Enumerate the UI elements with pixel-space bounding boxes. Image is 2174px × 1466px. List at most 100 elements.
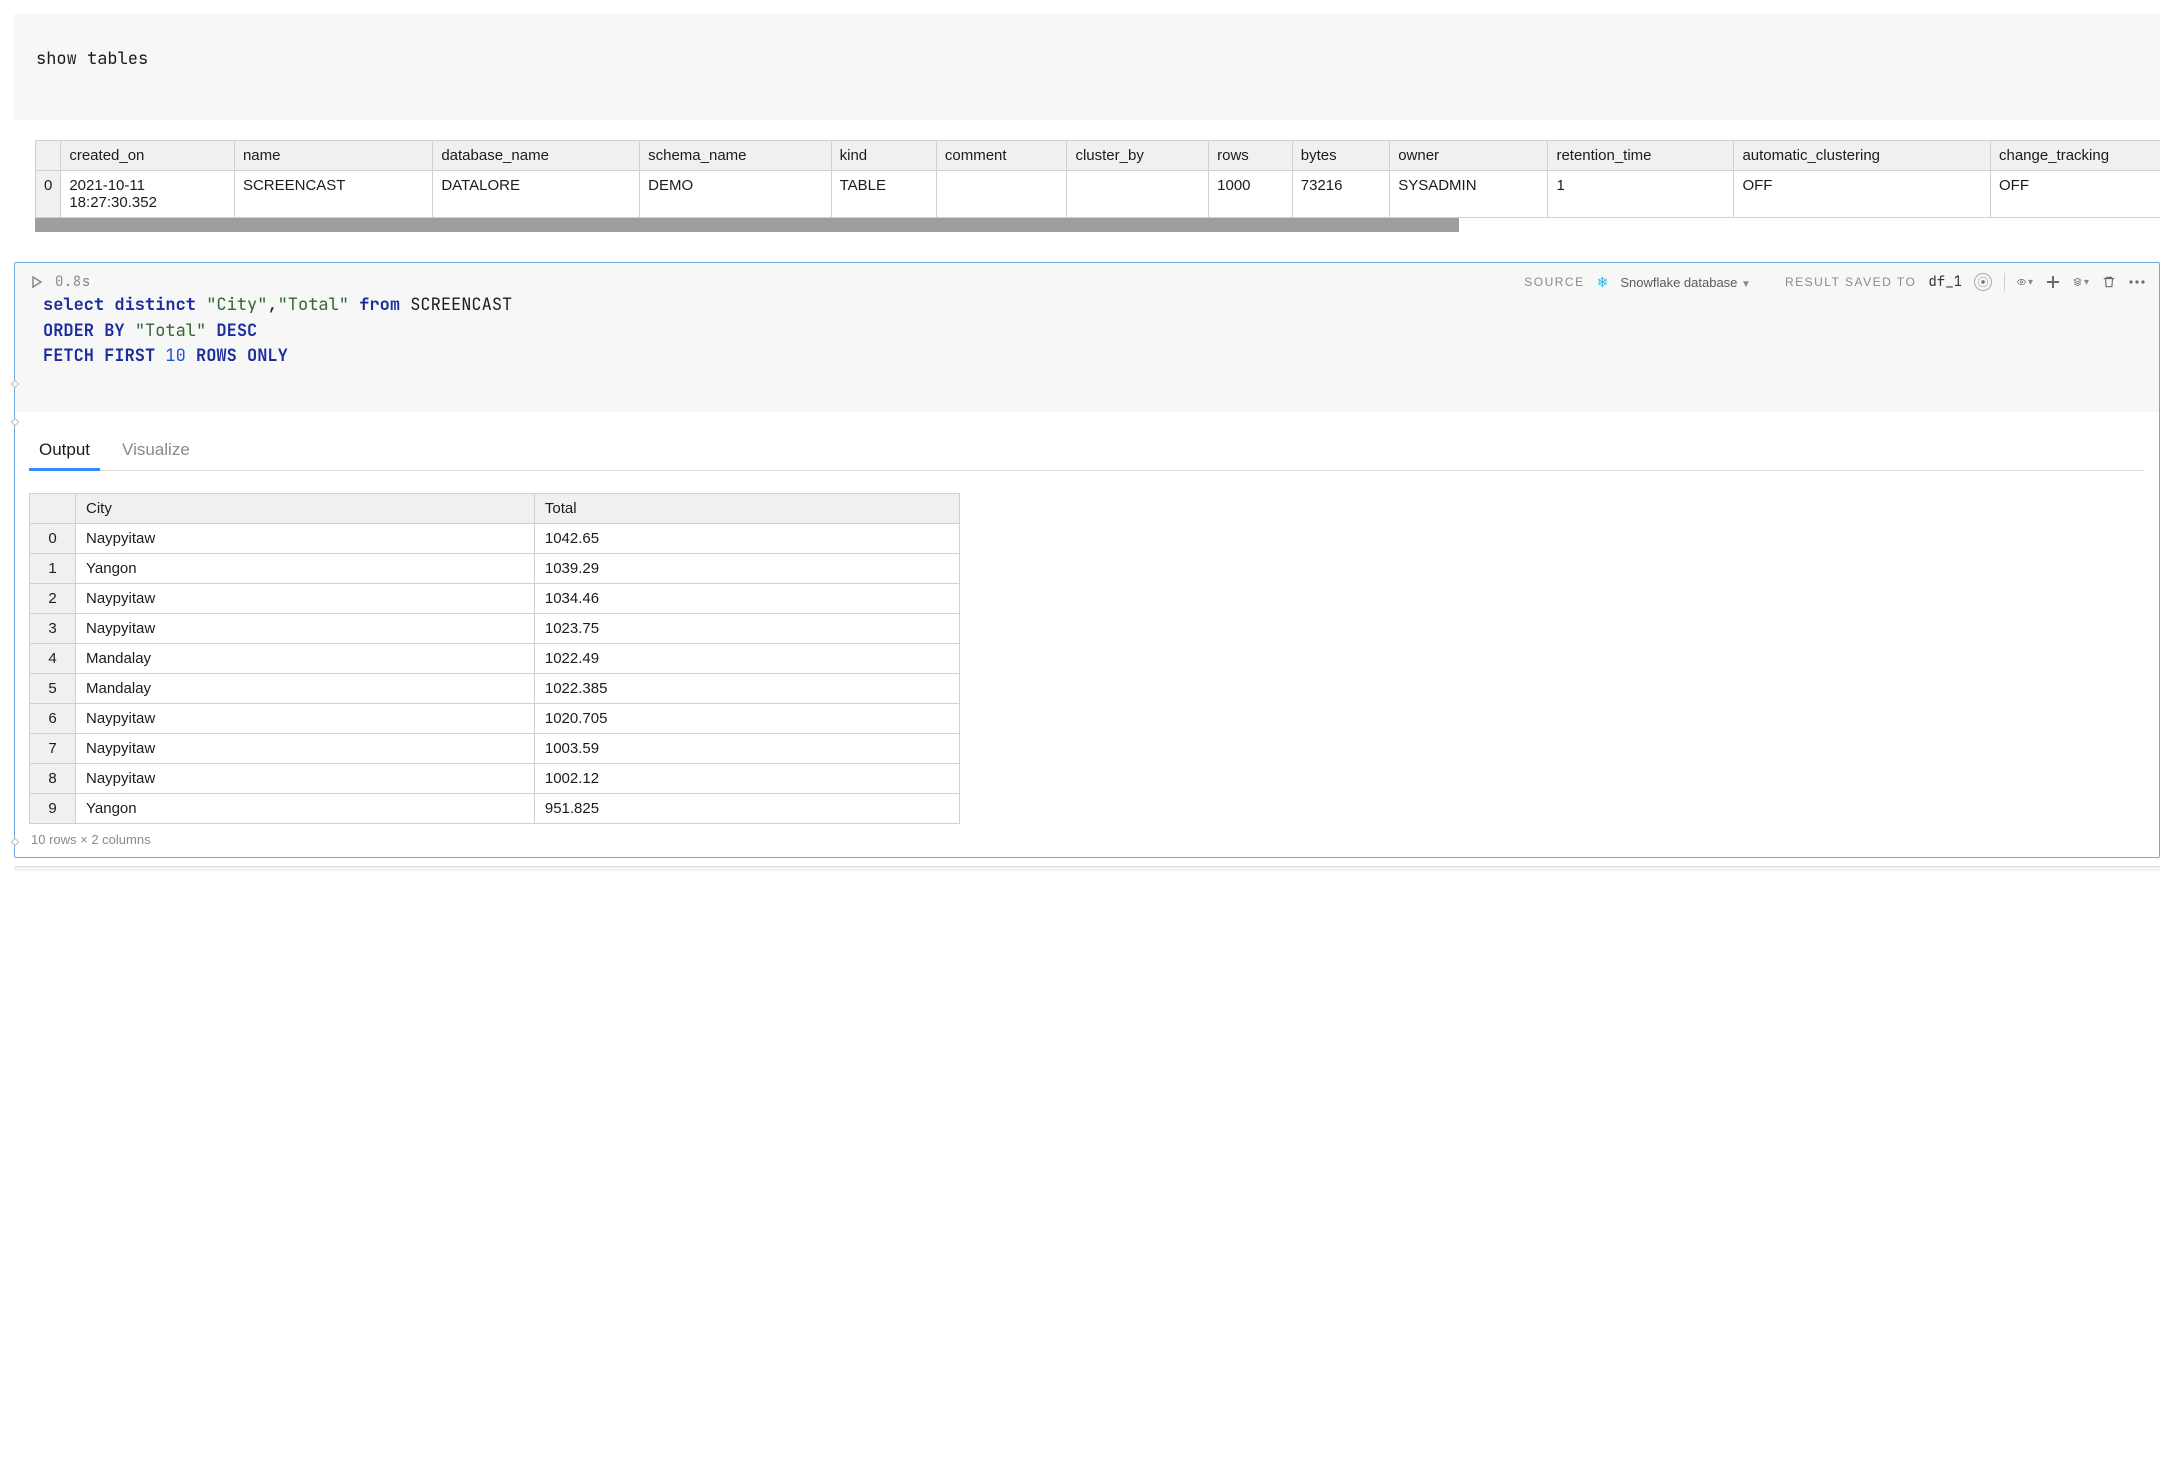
horizontal-scrollbar[interactable] <box>35 218 1459 232</box>
meta-col-header: kind <box>831 141 936 171</box>
result-footer: 10 rows × 2 columns <box>29 824 2145 851</box>
table-cell <box>1067 171 1209 218</box>
add-icon[interactable] <box>2045 274 2061 290</box>
table-row: 2Naypyitaw1034.46 <box>30 583 960 613</box>
run-time: 0.8s <box>55 273 91 291</box>
row-index: 0 <box>30 523 76 553</box>
result-col-header: Total <box>534 493 959 523</box>
meta-col-header: rows <box>1209 141 1293 171</box>
result-var[interactable]: df_1 <box>1928 273 1962 291</box>
result-col-header: City <box>76 493 535 523</box>
row-index: 6 <box>30 703 76 733</box>
cell-toolbar: SOURCE ❄︎ Snowflake database ▼ RESULT SA… <box>1524 273 2145 291</box>
meta-index-header <box>36 141 61 171</box>
show-tables-result: created_onnamedatabase_nameschema_nameki… <box>35 140 2160 218</box>
table-cell: SYSADMIN <box>1390 171 1548 218</box>
table-cell: Mandalay <box>76 673 535 703</box>
table-cell: 1003.59 <box>534 733 959 763</box>
table-cell: 1034.46 <box>534 583 959 613</box>
source-dropdown[interactable]: Snowflake database ▼ <box>1620 275 1751 290</box>
cell1-output: created_onnamedatabase_nameschema_nameki… <box>34 140 2160 232</box>
meta-col-header: cluster_by <box>1067 141 1209 171</box>
meta-col-header: change_tracking <box>1990 141 2160 171</box>
chevron-down-icon: ▾ <box>2028 277 2033 288</box>
table-cell: Naypyitaw <box>76 703 535 733</box>
locate-icon[interactable]: ⦿ <box>1974 273 1992 291</box>
table-row: 1Yangon1039.29 <box>30 553 960 583</box>
table-cell: 73216 <box>1292 171 1389 218</box>
table-cell: 1022.385 <box>534 673 959 703</box>
table-row: 6Naypyitaw1020.705 <box>30 703 960 733</box>
meta-col-header: owner <box>1390 141 1548 171</box>
table-cell: 951.825 <box>534 793 959 823</box>
tab-output[interactable]: Output <box>35 436 94 470</box>
row-index: 3 <box>30 613 76 643</box>
meta-header-row: created_onnamedatabase_nameschema_nameki… <box>36 141 2161 171</box>
cell1-code-block[interactable]: show tables <box>14 14 2160 120</box>
table-row: 7Naypyitaw1003.59 <box>30 733 960 763</box>
meta-col-header: comment <box>936 141 1067 171</box>
row-index: 0 <box>36 171 61 218</box>
meta-col-header: name <box>234 141 432 171</box>
table-cell: OFF <box>1734 171 1991 218</box>
table-cell: 2021-10-1118:27:30.352 <box>61 171 235 218</box>
row-index: 2 <box>30 583 76 613</box>
table-cell: Naypyitaw <box>76 613 535 643</box>
row-index: 9 <box>30 793 76 823</box>
table-cell: DEMO <box>640 171 832 218</box>
table-row: 4Mandalay1022.49 <box>30 643 960 673</box>
trash-icon[interactable] <box>2101 274 2117 290</box>
table-cell: 1000 <box>1209 171 1293 218</box>
result-table: CityTotal 0Naypyitaw1042.651Yangon1039.2… <box>29 493 960 824</box>
run-icon[interactable] <box>29 274 45 290</box>
bottom-strip <box>14 866 2160 871</box>
sql-cell: 0.8s SOURCE ❄︎ Snowflake database ▼ RESU… <box>14 262 2160 858</box>
table-cell: 1023.75 <box>534 613 959 643</box>
meta-col-header: automatic_clustering <box>1734 141 1991 171</box>
table-row: 0Naypyitaw1042.65 <box>30 523 960 553</box>
meta-col-header: schema_name <box>640 141 832 171</box>
table-cell: Yangon <box>76 793 535 823</box>
meta-col-header: created_on <box>61 141 235 171</box>
row-index: 5 <box>30 673 76 703</box>
table-row: 8Naypyitaw1002.12 <box>30 763 960 793</box>
table-row: 02021-10-1118:27:30.352SCREENCASTDATALOR… <box>36 171 2161 218</box>
result-saved-label: RESULT SAVED TO <box>1785 275 1916 289</box>
output-tabs: Output Visualize <box>29 436 2145 471</box>
table-row: 9Yangon951.825 <box>30 793 960 823</box>
chevron-down-icon: ▼ <box>1741 279 1751 290</box>
source-name: Snowflake database <box>1620 275 1737 290</box>
sql-editor[interactable]: select distinct "City","Total" from SCRE… <box>29 291 2145 410</box>
row-index: 8 <box>30 763 76 793</box>
snowflake-icon: ❄︎ <box>1597 274 1609 291</box>
table-cell: OFF <box>1990 171 2160 218</box>
table-cell: 1020.705 <box>534 703 959 733</box>
source-label: SOURCE <box>1524 275 1584 289</box>
table-cell: Naypyitaw <box>76 523 535 553</box>
chevron-down-icon: ▾ <box>2084 277 2089 288</box>
tab-visualize[interactable]: Visualize <box>118 436 194 470</box>
table-cell: 1022.49 <box>534 643 959 673</box>
table-cell: 1042.65 <box>534 523 959 553</box>
table-cell: Naypyitaw <box>76 583 535 613</box>
row-index: 7 <box>30 733 76 763</box>
meta-col-header: bytes <box>1292 141 1389 171</box>
layers-icon[interactable]: ▾ <box>2073 274 2089 290</box>
table-cell: TABLE <box>831 171 936 218</box>
table-cell: Mandalay <box>76 643 535 673</box>
table-row: 3Naypyitaw1023.75 <box>30 613 960 643</box>
visibility-icon[interactable]: ▾ <box>2017 274 2033 290</box>
cell2-output-area: OutputVisualize CityTotal 0Naypyitaw1042… <box>15 412 2159 857</box>
row-index: 1 <box>30 553 76 583</box>
more-icon[interactable] <box>2129 274 2145 290</box>
table-cell: 1002.12 <box>534 763 959 793</box>
row-index: 4 <box>30 643 76 673</box>
result-index-header <box>30 493 76 523</box>
table-cell: DATALORE <box>433 171 640 218</box>
table-cell <box>936 171 1067 218</box>
cell2-header: 0.8s SOURCE ❄︎ Snowflake database ▼ RESU… <box>15 263 2159 412</box>
meta-col-header: database_name <box>433 141 640 171</box>
toolbar-separator <box>2004 273 2005 291</box>
table-cell: SCREENCAST <box>234 171 432 218</box>
table-row: 5Mandalay1022.385 <box>30 673 960 703</box>
